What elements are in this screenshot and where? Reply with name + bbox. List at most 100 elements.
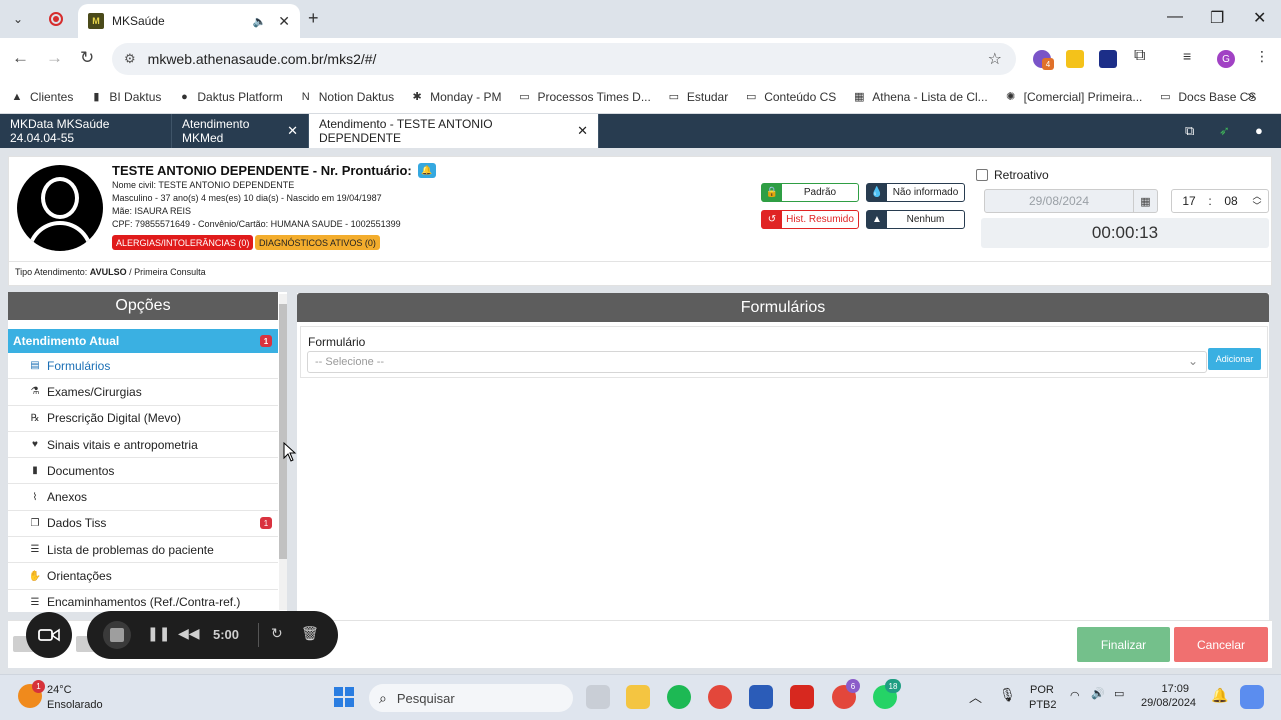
- media-control-icon[interactable]: ≡: [1183, 48, 1201, 66]
- bookmark-item[interactable]: ▭ Estudar: [667, 90, 729, 104]
- nao-informado-button[interactable]: 💧 Não informado: [866, 183, 965, 202]
- tab-search-icon[interactable]: ⌄: [7, 8, 29, 30]
- restore-icon[interactable]: ❐: [1210, 8, 1224, 28]
- scrollbar-thumb[interactable]: [279, 304, 287, 559]
- date-input[interactable]: 29/08/2024 ▦: [984, 189, 1158, 213]
- new-tab-icon[interactable]: +: [308, 8, 319, 29]
- bookmark-item[interactable]: ▲ Clientes: [10, 90, 74, 104]
- windows-start-icon[interactable]: [334, 687, 354, 707]
- sidebar-item[interactable]: ❐ Dados Tiss 1: [8, 511, 278, 538]
- bookmarks-overflow-icon[interactable]: »: [1247, 87, 1255, 103]
- recorder-camera-button[interactable]: [26, 612, 72, 658]
- copilot-icon[interactable]: [1240, 685, 1264, 709]
- rewind-icon[interactable]: ◀◀: [178, 625, 200, 642]
- tray-chevron-icon[interactable]: ︿: [969, 687, 982, 706]
- notifications-bell-icon[interactable]: 🔔: [1211, 687, 1228, 704]
- extension-shield-icon[interactable]: [1099, 50, 1117, 68]
- keep-extension-icon[interactable]: [1066, 50, 1084, 68]
- app-tab-atendimento-mkmed[interactable]: Atendimento MKMed ✕: [172, 114, 309, 148]
- bookmark-item[interactable]: N Notion Daktus: [299, 90, 394, 104]
- allergies-tag[interactable]: ALERGIAS/INTOLERÂNCIAS (0): [112, 235, 254, 250]
- record-icon[interactable]: [45, 8, 67, 30]
- restart-icon[interactable]: ↻: [271, 625, 283, 642]
- padrao-button[interactable]: 🔒 Padrão: [761, 183, 859, 202]
- cancelar-button[interactable]: Cancelar: [1174, 627, 1268, 662]
- trash-icon[interactable]: 🗑: [301, 625, 319, 642]
- language-primary[interactable]: POR: [1030, 684, 1054, 696]
- back-icon[interactable]: ←: [12, 48, 29, 68]
- pause-icon[interactable]: ❚❚: [147, 625, 170, 642]
- bookmark-item[interactable]: ▦ Athena - Lista de Cl...: [852, 90, 988, 104]
- nenhum-button[interactable]: ▲ Nenhum: [866, 210, 965, 229]
- formulario-select[interactable]: -- Selecione -- ⌄: [307, 351, 1207, 373]
- word-icon[interactable]: [749, 685, 773, 709]
- close-window-icon[interactable]: ✕: [1253, 8, 1266, 28]
- checkbox-box[interactable]: [976, 169, 988, 181]
- spotify-icon[interactable]: [667, 685, 691, 709]
- bookmark-item[interactable]: ▭ Docs Base CS: [1158, 90, 1256, 104]
- whatsapp-icon[interactable]: 18: [873, 679, 901, 709]
- minimize-icon[interactable]: —: [1167, 8, 1183, 26]
- sidebar-section-atendimento-atual[interactable]: Atendimento Atual 1: [8, 329, 278, 353]
- speaker-icon[interactable]: 🔈: [253, 15, 267, 28]
- rocket-icon[interactable]: ➶: [1219, 123, 1230, 139]
- reload-icon[interactable]: ↻: [80, 48, 94, 68]
- chrome-profile-icon[interactable]: 6: [832, 679, 860, 709]
- sidebar-item[interactable]: ♥ Sinais vitais e antropometria: [8, 432, 278, 459]
- extensions-icon[interactable]: ⧉: [1134, 47, 1152, 65]
- battery-icon[interactable]: ▭: [1114, 687, 1124, 700]
- close-tab-icon[interactable]: ✕: [287, 123, 298, 139]
- sidebar-item[interactable]: ⌇ Anexos: [8, 484, 278, 511]
- wifi-icon[interactable]: ◠: [1070, 689, 1080, 702]
- diagnoses-tag[interactable]: DIAGNÓSTICOS ATIVOS (0): [255, 235, 380, 250]
- weather-sun-icon[interactable]: 1: [18, 680, 45, 708]
- recorder-stop-button[interactable]: [103, 621, 131, 649]
- profile-avatar[interactable]: G: [1217, 50, 1235, 68]
- microphone-icon[interactable]: 🎙: [999, 687, 1016, 703]
- sidebar-item[interactable]: ▮ Documentos: [8, 458, 278, 485]
- sidebar-item[interactable]: ⚗ Exames/Cirurgias: [8, 379, 278, 406]
- file-explorer-icon[interactable]: [626, 685, 650, 709]
- taskbar-search[interactable]: ⌕ Pesquisar: [369, 684, 573, 712]
- retroativo-checkbox[interactable]: Retroativo: [976, 168, 1049, 182]
- bookmark-item[interactable]: ▭ Conteúdo CS: [744, 90, 836, 104]
- bookmark-star-icon[interactable]: ☆: [988, 49, 1002, 69]
- user-icon[interactable]: ●: [1255, 123, 1263, 138]
- url-text[interactable]: mkweb.athenasaude.com.br/mks2/#/: [148, 51, 988, 67]
- bookmark-item[interactable]: ▮ BI Daktus: [89, 90, 161, 104]
- time-input[interactable]: 17 : 08 ︿ ﹀: [1171, 189, 1269, 213]
- bookmark-item[interactable]: ● Daktus Platform: [177, 90, 283, 104]
- extension-puzzle-icon[interactable]: 4: [1033, 50, 1054, 70]
- volume-icon[interactable]: 🔊: [1091, 687, 1105, 700]
- clock[interactable]: 17:09 29/08/2024: [1141, 683, 1196, 709]
- forward-icon[interactable]: →: [46, 48, 63, 68]
- external-link-icon[interactable]: ⧉: [1185, 123, 1194, 139]
- site-settings-icon[interactable]: ⚙: [124, 51, 136, 67]
- sidebar-item[interactable]: ℞ Prescrição Digital (Mevo): [8, 406, 278, 432]
- app-tab-atendimento-paciente[interactable]: Atendimento - TESTE ANTONIO DEPENDENTE ✕: [309, 114, 599, 148]
- chrome-icon[interactable]: [708, 685, 732, 709]
- language-secondary[interactable]: PTB2: [1029, 699, 1057, 711]
- time-spinner-icon[interactable]: ︿ ﹀: [1248, 191, 1266, 211]
- bookmark-item[interactable]: ▭ Processos Times D...: [517, 90, 651, 104]
- sidebar-item[interactable]: ☰ Encaminhamentos (Ref./Contra-ref.): [8, 590, 278, 612]
- bookmark-item[interactable]: ✱ Monday - PM: [410, 90, 502, 104]
- minute-field[interactable]: 08: [1214, 194, 1248, 208]
- adicionar-button[interactable]: Adicionar: [1208, 348, 1261, 370]
- calendar-icon[interactable]: ▦: [1133, 190, 1157, 212]
- browser-tab-mksaude[interactable]: M MKSaúde 🔈 ✕: [78, 4, 300, 38]
- hour-field[interactable]: 17: [1172, 194, 1206, 208]
- bell-icon[interactable]: 🔔: [417, 163, 436, 178]
- finalizar-button[interactable]: Finalizar: [1077, 627, 1170, 662]
- task-view-icon[interactable]: [586, 685, 610, 709]
- bookmark-item[interactable]: ✺ [Comercial] Primeira...: [1004, 90, 1142, 104]
- app-tab-mkdata[interactable]: MKData MKSaúde 24.04.04-55: [0, 114, 172, 148]
- close-tab-icon[interactable]: ✕: [278, 13, 290, 30]
- address-bar[interactable]: ⚙ mkweb.athenasaude.com.br/mks2/#/ ☆: [112, 43, 1016, 75]
- sidebar-item[interactable]: ☰ Lista de problemas do paciente: [8, 537, 278, 564]
- sidebar-item[interactable]: ▤ Formulários: [8, 353, 278, 380]
- sidebar-item[interactable]: ✋ Orientações: [8, 563, 278, 590]
- close-tab-icon[interactable]: ✕: [577, 123, 588, 139]
- acrobat-icon[interactable]: [790, 685, 814, 709]
- hist-resumido-button[interactable]: ↺ Hist. Resumido: [761, 210, 859, 229]
